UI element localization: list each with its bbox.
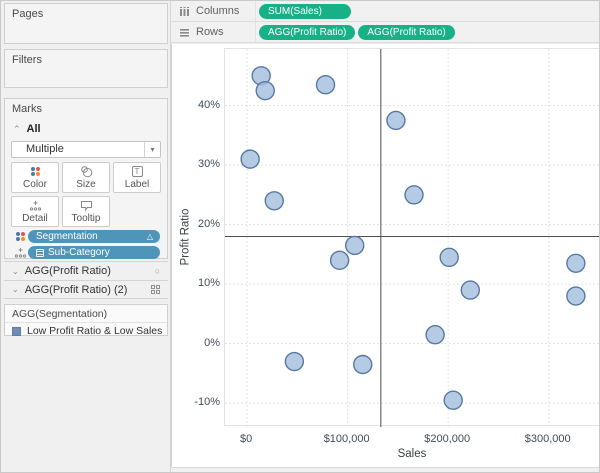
detail-button[interactable]: Detail	[11, 196, 59, 227]
shelf-pill[interactable]: AGG(Profit Ratio)	[358, 25, 454, 40]
tableau-window: Pages Filters Marks ⌃ All Multiple ▾ Col…	[0, 0, 600, 473]
marks-pills: Segmentation △ Sub-Category	[5, 230, 167, 259]
mark-type-dropdown[interactable]: Multiple ▾	[11, 141, 161, 158]
rows-shelf-label: Rows	[196, 26, 224, 38]
size-circles-icon	[80, 165, 93, 178]
pill-row-segmentation: Segmentation △	[12, 230, 160, 243]
y-tick-label: 20%	[184, 217, 220, 231]
button-label: Size	[76, 179, 95, 191]
sidebar: Pages Filters Marks ⌃ All Multiple ▾ Col…	[1, 1, 171, 473]
rows-shelf[interactable]: Rows AGG(Profit Ratio)AGG(Profit Ratio)	[171, 22, 600, 43]
agg-row-label: AGG(Profit Ratio) (2)	[25, 284, 128, 296]
pages-shelf[interactable]: Pages	[4, 3, 168, 44]
color-legend: AGG(Segmentation) Low Profit Ratio & Low…	[4, 304, 168, 336]
scatter-point[interactable]	[440, 248, 458, 266]
pill-label: Sub-Category	[48, 246, 110, 259]
field-icon	[36, 249, 44, 257]
marks-all-label: All	[27, 123, 41, 135]
rows-icon	[179, 27, 190, 38]
legend-item-label: Low Profit Ratio & Low Sales	[27, 325, 162, 337]
tooltip-button[interactable]: Tooltip	[62, 196, 110, 227]
plot-canvas	[225, 49, 600, 427]
chevron-down-icon[interactable]: ⌄	[12, 267, 19, 276]
scatter-point[interactable]	[317, 76, 335, 94]
x-axis-title: Sales	[224, 448, 600, 460]
marks-all-section[interactable]: ⌃ All	[13, 123, 160, 135]
bottom-edge-strip	[172, 467, 600, 473]
x-tick-label: $100,000	[307, 432, 387, 446]
filters-shelf-label: Filters	[5, 50, 167, 66]
plot-area[interactable]	[224, 48, 600, 426]
legend-swatch	[12, 327, 21, 336]
detail-dots-icon	[14, 247, 27, 259]
rows-shelf-head: Rows	[171, 22, 256, 42]
size-button[interactable]: Size	[62, 162, 110, 193]
shelf-pill[interactable]: SUM(Sales)	[259, 4, 351, 19]
x-tick-label: $200,000	[407, 432, 487, 446]
circle-mark-icon: ○	[155, 267, 160, 276]
color-dots-icon	[31, 167, 40, 176]
label-button[interactable]: T Label	[113, 162, 161, 193]
button-label: Tooltip	[72, 213, 101, 225]
collapse-chevron-icon[interactable]: ⌃	[13, 124, 21, 135]
scatter-point[interactable]	[567, 287, 585, 305]
chevron-down-icon[interactable]: ▾	[144, 142, 160, 157]
agg-field-row-2[interactable]: ⌄ AGG(Profit Ratio) (2)	[4, 280, 168, 299]
shelf-pill[interactable]: AGG(Profit Ratio)	[259, 25, 355, 40]
legend-title: AGG(Segmentation)	[5, 305, 167, 323]
marks-buttons: Color Size T Label Detail Tooltip	[11, 162, 163, 227]
columns-icon	[179, 6, 190, 17]
scatter-point[interactable]	[285, 353, 303, 371]
scatter-point[interactable]	[346, 236, 364, 254]
agg-row-label: AGG(Profit Ratio)	[25, 265, 111, 277]
scatter-point[interactable]	[461, 281, 479, 299]
scatter-point[interactable]	[241, 150, 259, 168]
chevron-down-icon[interactable]: ⌄	[12, 285, 19, 294]
field-pill-sub-category[interactable]: Sub-Category	[28, 246, 160, 259]
mark-type-value: Multiple	[26, 143, 64, 155]
button-label: Label	[125, 179, 149, 191]
pages-shelf-label: Pages	[5, 4, 167, 20]
color-dots-icon	[16, 232, 25, 241]
scatter-point[interactable]	[256, 82, 274, 100]
button-label: Detail	[22, 213, 48, 225]
y-tick-label: -10%	[184, 395, 220, 409]
x-tick-label: $0	[206, 432, 286, 446]
columns-shelf[interactable]: Columns SUM(Sales)	[171, 1, 600, 22]
marks-card-title: Marks	[5, 99, 167, 115]
scatter-point[interactable]	[405, 186, 423, 204]
chart-pane: Profit Ratio 40%30%20%10%0%-10% $0$100,0…	[171, 44, 600, 467]
columns-shelf-head: Columns	[171, 1, 256, 21]
y-tick-label: 10%	[184, 276, 220, 290]
scatter-point[interactable]	[387, 111, 405, 129]
agg-field-row-1[interactable]: ⌄ AGG(Profit Ratio) ○	[4, 261, 168, 280]
filters-shelf[interactable]: Filters	[4, 49, 168, 88]
x-tick-label: $300,000	[508, 432, 588, 446]
color-button[interactable]: Color	[11, 162, 59, 193]
triangle-icon: △	[147, 230, 153, 243]
scatter-point[interactable]	[567, 254, 585, 272]
y-tick-label: 40%	[184, 98, 220, 112]
shape-mark-icon	[151, 285, 160, 294]
y-tick-label: 30%	[184, 157, 220, 171]
tooltip-bubble-icon	[80, 200, 93, 212]
legend-item[interactable]: Low Profit Ratio & Low Sales	[5, 323, 167, 337]
scatter-point[interactable]	[265, 192, 283, 210]
detail-dots-icon	[29, 200, 42, 212]
y-tick-label: 0%	[184, 336, 220, 350]
scatter-point[interactable]	[354, 355, 372, 373]
button-label: Color	[23, 179, 47, 191]
field-pill-segmentation[interactable]: Segmentation △	[28, 230, 160, 243]
rows-pills: AGG(Profit Ratio)AGG(Profit Ratio)	[259, 25, 455, 40]
scatter-point[interactable]	[331, 251, 349, 269]
legend-items: Low Profit Ratio & Low Sales	[5, 323, 167, 337]
columns-pills: SUM(Sales)	[259, 4, 351, 19]
pill-row-sub-category: Sub-Category	[12, 246, 160, 259]
scatter-point[interactable]	[426, 326, 444, 344]
pill-label: Segmentation	[36, 230, 98, 243]
marks-card: Marks ⌃ All Multiple ▾ Color Size T Label De…	[4, 98, 168, 259]
label-t-icon: T	[132, 166, 143, 177]
columns-shelf-label: Columns	[196, 5, 239, 17]
scatter-point[interactable]	[444, 391, 462, 409]
